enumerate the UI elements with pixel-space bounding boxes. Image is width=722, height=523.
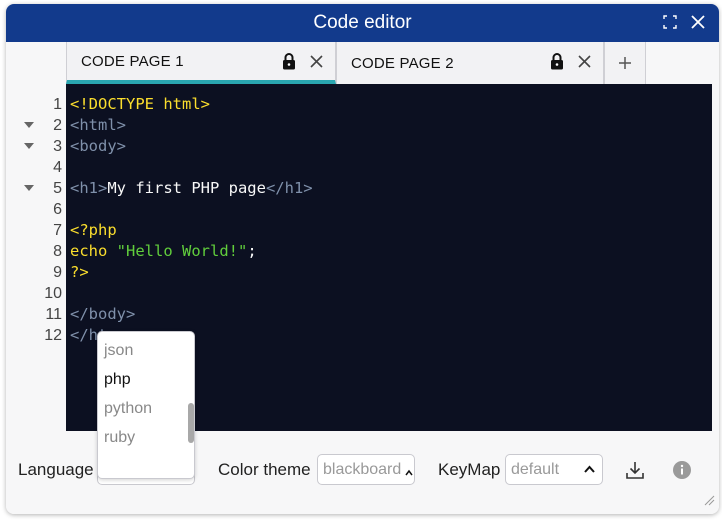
line-number: 9 (53, 264, 62, 281)
code-token: ; (247, 242, 257, 260)
keymap-select-value: default (511, 460, 560, 478)
language-dropdown-list[interactable]: json php python ruby (97, 331, 195, 479)
chevron-up-icon (405, 465, 413, 483)
plus-icon (619, 57, 631, 69)
line-number: 12 (44, 327, 62, 344)
code-editor-window: Code editor CODE PAGE 1 CODE PAGE 2 1 2 … (6, 4, 719, 514)
color-theme-label: Color theme (218, 460, 311, 479)
code-line[interactable]: <h1>My first PHP page</h1> (66, 178, 712, 199)
tab-code-page-1[interactable]: CODE PAGE 1 (66, 42, 336, 84)
dropdown-scrollbar[interactable] (188, 403, 194, 443)
line-number: 6 (53, 201, 62, 218)
line-number: 1 (53, 96, 62, 113)
keymap-select[interactable]: default (505, 454, 603, 485)
lock-icon[interactable] (550, 53, 564, 75)
code-token: My first PHP page (107, 179, 266, 197)
code-token: </body> (70, 305, 136, 323)
language-option[interactable]: json (104, 336, 133, 365)
chevron-up-icon (583, 463, 596, 481)
line-number: 11 (45, 306, 62, 323)
code-token: ?> (70, 263, 89, 281)
code-token: <?php (70, 221, 117, 239)
code-token: "Hello World!" (116, 242, 248, 260)
code-line[interactable]: </body> (66, 304, 712, 325)
language-option[interactable]: php (104, 365, 131, 394)
line-number: 10 (44, 285, 62, 302)
tab-label: CODE PAGE 1 (81, 52, 184, 70)
color-theme-select[interactable]: blackboard (317, 454, 415, 485)
close-tab-icon[interactable] (578, 55, 591, 73)
code-token: echo (70, 242, 108, 260)
window-title: Code editor (313, 12, 412, 33)
keymap-label: KeyMap (438, 460, 501, 479)
fold-arrow-icon[interactable] (23, 178, 35, 199)
language-option[interactable]: python (104, 394, 152, 423)
code-token: <body> (70, 137, 126, 155)
language-label: Language (18, 460, 94, 479)
code-line[interactable]: <!DOCTYPE html> (66, 94, 712, 115)
language-option[interactable]: ruby (104, 423, 135, 452)
add-tab-button[interactable] (604, 42, 646, 84)
fold-arrow-icon[interactable] (23, 136, 35, 157)
line-number: 8 (53, 243, 62, 260)
code-token: </h1> (265, 179, 313, 197)
code-line[interactable]: <html> (66, 115, 712, 136)
code-line[interactable] (66, 283, 712, 304)
code-line[interactable]: <?php (66, 220, 712, 241)
close-tab-icon[interactable] (310, 55, 323, 73)
code-line[interactable] (66, 199, 712, 220)
tab-code-page-2[interactable]: CODE PAGE 2 (336, 42, 604, 84)
line-number: 4 (53, 159, 62, 176)
line-number-gutter: 1 2 3 4 5 6 7 8 9 10 11 12 (6, 84, 66, 431)
fold-arrow-icon[interactable] (23, 115, 35, 136)
resize-handle-icon[interactable] (704, 493, 715, 511)
code-token: <html> (70, 116, 126, 134)
code-line[interactable]: ?> (66, 262, 712, 283)
code-line[interactable]: echo "Hello World!"; (66, 241, 712, 262)
title-bar: Code editor (6, 4, 719, 42)
lock-icon[interactable] (282, 53, 296, 75)
code-line[interactable] (66, 157, 712, 178)
close-window-icon[interactable] (689, 13, 707, 31)
tab-strip: CODE PAGE 1 CODE PAGE 2 (6, 42, 719, 84)
tab-label: CODE PAGE 2 (351, 54, 454, 72)
code-line[interactable]: <body> (66, 136, 712, 157)
line-number: 7 (53, 222, 62, 239)
code-token: <h1> (70, 179, 108, 197)
info-icon[interactable] (672, 460, 692, 480)
color-theme-select-value: blackboard (323, 460, 402, 478)
fullscreen-icon[interactable] (661, 13, 679, 31)
download-icon[interactable] (624, 459, 646, 481)
code-token: <!DOCTYPE html> (70, 95, 210, 113)
